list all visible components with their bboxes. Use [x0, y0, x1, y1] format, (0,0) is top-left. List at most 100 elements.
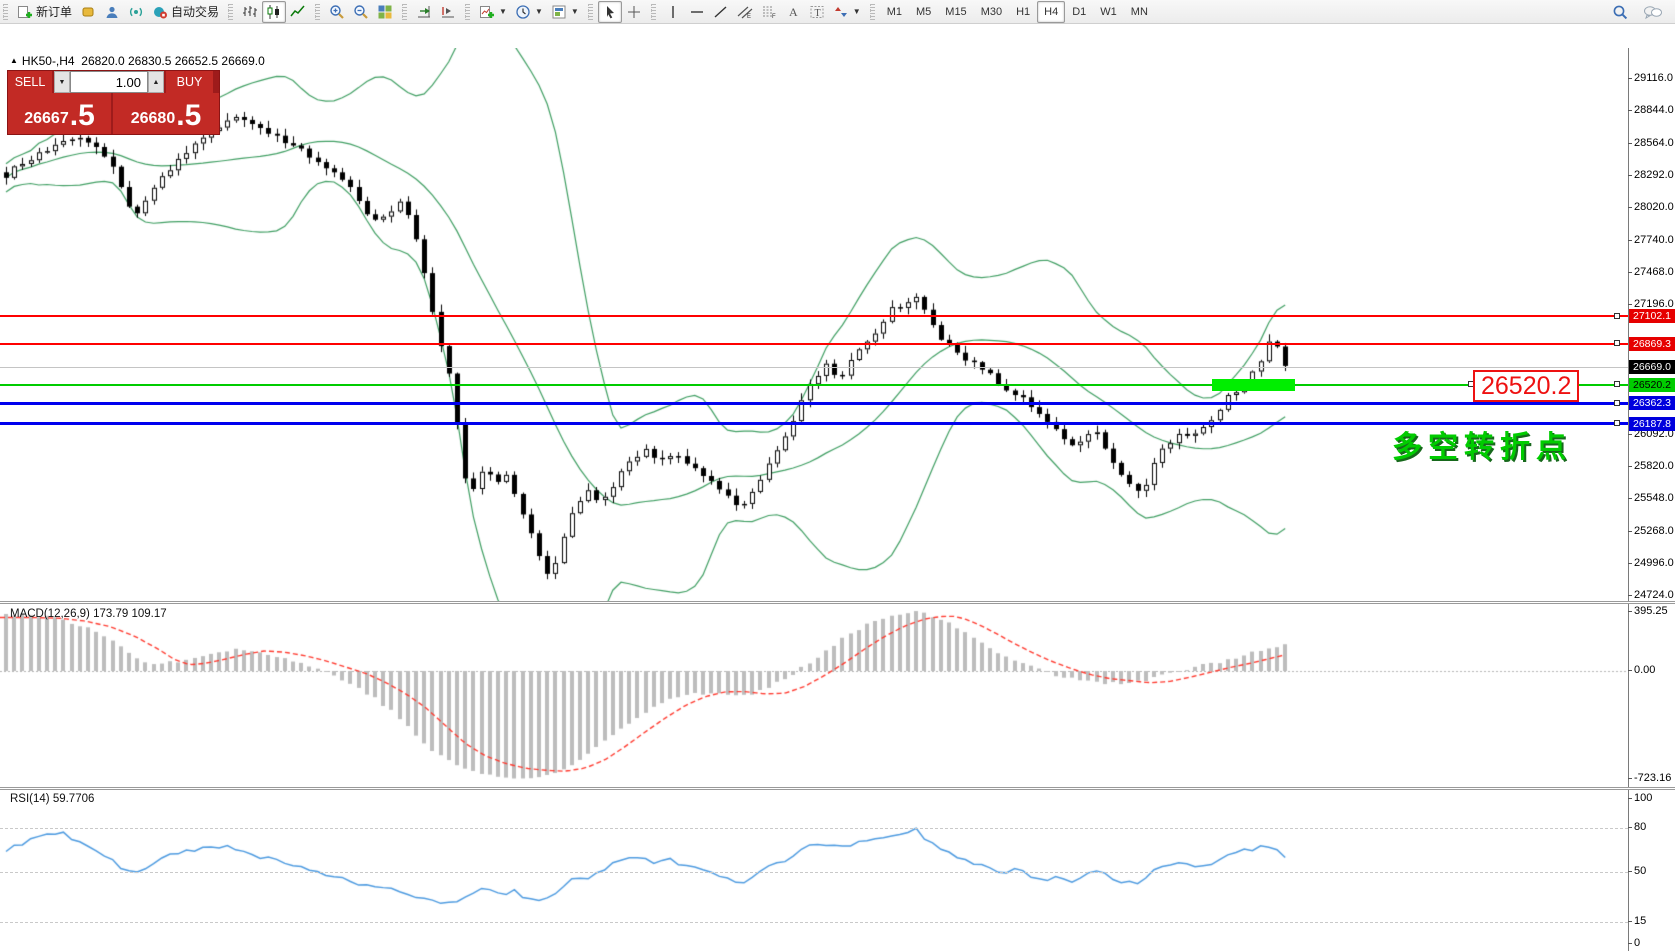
line-handle[interactable] [1614, 313, 1620, 319]
arrows-button[interactable]: ▼ [829, 1, 865, 23]
search-icon [1612, 4, 1629, 21]
timeframe-button-H1[interactable]: H1 [1009, 1, 1037, 23]
cursor-button[interactable] [598, 1, 622, 23]
text-label-button[interactable]: T [805, 1, 829, 23]
buy-price[interactable]: 26680.5 [113, 93, 219, 134]
line-handle[interactable] [1614, 400, 1620, 406]
line-handle[interactable] [1614, 340, 1620, 346]
search-button[interactable] [1608, 1, 1633, 23]
rsi-canvas[interactable] [0, 790, 1628, 951]
toolbar-group-handle[interactable] [588, 4, 593, 20]
timeframe-button-M30[interactable]: M30 [974, 1, 1009, 23]
ohlc-values: 26820.0 26830.5 26652.5 26669.0 [81, 54, 265, 68]
auto-trading-button[interactable]: 自动交易 [148, 1, 223, 23]
macd-canvas[interactable] [0, 604, 1628, 787]
rsi-pane-splitter[interactable] [0, 787, 1675, 790]
toolbar-group-handle[interactable] [870, 4, 875, 20]
timeframe-button-M1[interactable]: M1 [880, 1, 909, 23]
timeframe-button-M5[interactable]: M5 [909, 1, 938, 23]
auto-trading-icon [152, 4, 168, 20]
timeframe-button-M15[interactable]: M15 [938, 1, 973, 23]
equidistant-channel-button[interactable]: E [733, 1, 757, 23]
dropdown-arrow-icon[interactable]: ▼ [571, 7, 579, 16]
tile-windows-icon [377, 4, 393, 20]
text-label-icon: T [809, 4, 825, 20]
zoom-out-button[interactable] [349, 1, 373, 23]
new-order-button[interactable]: 新订单 [13, 1, 76, 23]
horizontal-line-26187.8[interactable] [0, 422, 1628, 425]
macd-pane-splitter[interactable] [0, 601, 1675, 604]
svg-text:A: A [789, 5, 798, 19]
dropdown-arrow-icon[interactable]: ▼ [499, 7, 507, 16]
toolbar-group-handle[interactable] [228, 4, 233, 20]
horizontal-line-27102.1[interactable] [0, 315, 1628, 317]
toolbar-group-handle[interactable] [465, 4, 470, 20]
tile-windows-button[interactable] [373, 1, 397, 23]
signals-button[interactable] [124, 1, 148, 23]
volume-increase-button[interactable]: ▲ [148, 71, 164, 93]
templates-button[interactable]: ▼ [547, 1, 583, 23]
sell-button[interactable]: SELL [8, 71, 54, 93]
price-badge-26187.8: 26187.8 [1629, 417, 1675, 431]
toolbar-group-handle[interactable] [3, 4, 8, 20]
community-button[interactable] [1639, 1, 1667, 23]
collapse-panel-icon[interactable]: ▲ [10, 56, 18, 65]
tf-h1-label: H1 [1016, 6, 1030, 18]
cursor-icon [602, 4, 618, 20]
main-chart-canvas[interactable] [0, 48, 1628, 602]
candlestick-chart-button[interactable] [262, 1, 286, 23]
price-axis-border [1628, 48, 1629, 951]
horizontal-line-26520.2[interactable] [0, 384, 1628, 386]
rsi-axis-tick: 0 [1634, 937, 1640, 949]
svg-text:T: T [814, 8, 820, 19]
profiles-button[interactable] [100, 1, 124, 23]
zoom-in-button[interactable] [325, 1, 349, 23]
buy-button[interactable]: BUY [166, 71, 213, 93]
horizontal-line-26669.0[interactable] [0, 367, 1628, 368]
trendline-button[interactable] [709, 1, 733, 23]
indicators-button[interactable]: ▼ [475, 1, 511, 23]
pivot-highlight-rect[interactable] [1212, 379, 1295, 391]
rsi-level-line-50 [0, 872, 1628, 873]
line-handle[interactable] [1614, 381, 1620, 387]
line-handle[interactable] [1614, 420, 1620, 426]
rsi-axis-tick: 100 [1634, 792, 1652, 804]
tf-d1-label: D1 [1072, 6, 1086, 18]
periods-button[interactable]: ▼ [511, 1, 547, 23]
crosshair-icon [626, 4, 642, 20]
price-axis-tick: 27740.0 [1634, 234, 1674, 246]
price-badge-27102.1: 27102.1 [1629, 309, 1675, 323]
bar-chart-button[interactable] [238, 1, 262, 23]
horizontal-line-button[interactable] [685, 1, 709, 23]
auto-scroll-button[interactable] [412, 1, 436, 23]
timeframe-button-D1[interactable]: D1 [1065, 1, 1093, 23]
open-chart-button[interactable] [76, 1, 100, 23]
line-chart-button[interactable] [286, 1, 310, 23]
text-button[interactable]: A [781, 1, 805, 23]
pivot-price-callout[interactable]: 26520.2 [1473, 370, 1579, 402]
crosshair-button[interactable] [622, 1, 646, 23]
fibonacci-icon: F [761, 4, 777, 20]
pivot-annotation-text[interactable]: 多空转折点 [1392, 422, 1572, 466]
toolbar: 新订单 自动交易 ▼ ▼ ▼ EFA T ▼ M1 M5M15M30 H1 H4 D1 W1MN [0, 0, 1675, 24]
horizontal-line-26362.3[interactable] [0, 402, 1628, 405]
profiles-icon [104, 4, 120, 20]
toolbar-group-handle[interactable] [315, 4, 320, 20]
horizontal-line-26869.3[interactable] [0, 343, 1628, 345]
toolbar-group-handle[interactable] [651, 4, 656, 20]
timeframe-button-H4[interactable]: H4 [1037, 1, 1065, 23]
chart-shift-button[interactable] [436, 1, 460, 23]
dropdown-arrow-icon[interactable]: ▼ [853, 7, 861, 16]
volume-input[interactable] [70, 71, 148, 93]
vertical-line-button[interactable] [661, 1, 685, 23]
timeframe-button-MN[interactable]: MN [1124, 1, 1155, 23]
toolbar-group-handle[interactable] [402, 4, 407, 20]
sell-price[interactable]: 26667.5 [8, 93, 111, 134]
timeframe-button-W1[interactable]: W1 [1093, 1, 1124, 23]
tf-m1-label: M1 [887, 6, 902, 18]
dropdown-arrow-icon[interactable]: ▼ [535, 7, 543, 16]
volume-decrease-button[interactable]: ▼ [54, 71, 70, 93]
sell-price-main: 26667 [24, 109, 69, 129]
text-icon: A [785, 4, 801, 20]
fibonacci-button[interactable]: F [757, 1, 781, 23]
